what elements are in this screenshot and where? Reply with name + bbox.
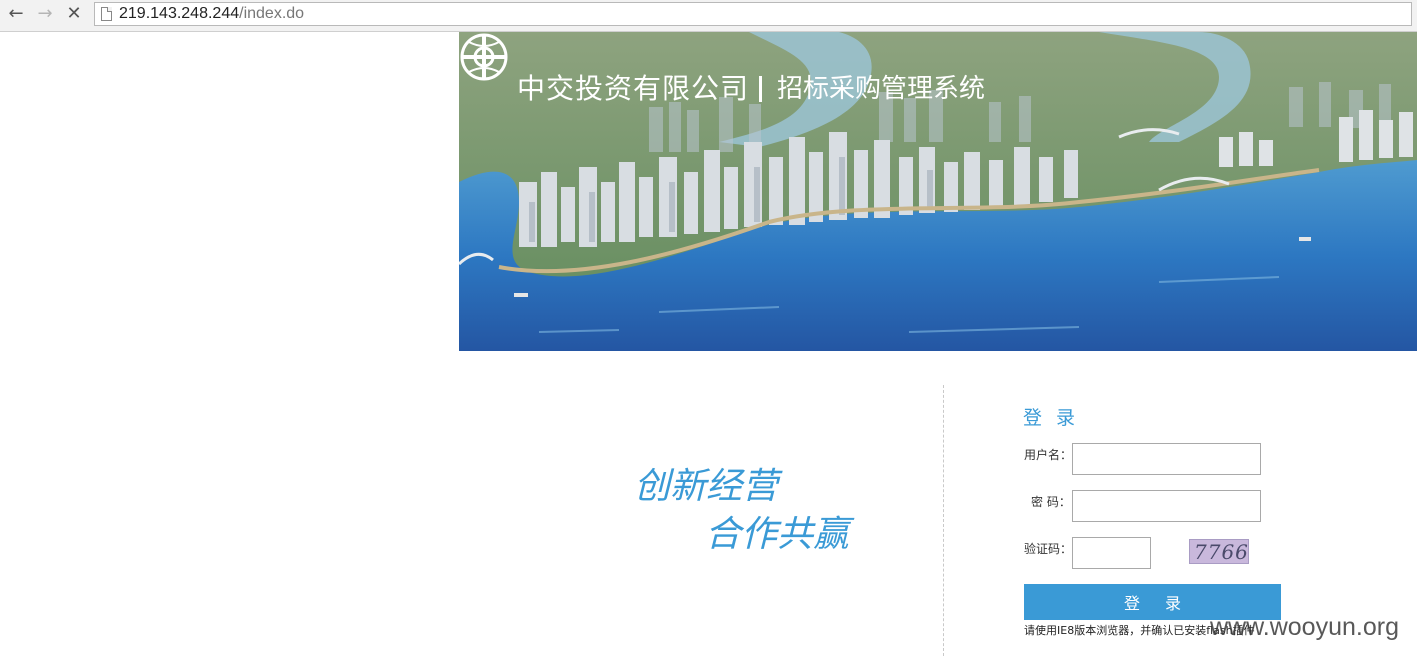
- login-title: 登 录: [1023, 407, 1080, 429]
- forward-arrow-icon[interactable]: →: [35, 4, 55, 24]
- watermark: www.wooyun.org: [1210, 613, 1399, 641]
- password-label: 密 码：: [1031, 495, 1071, 509]
- captcha-input[interactable]: [1072, 537, 1151, 569]
- slogan-line-2: 合作共赢: [705, 514, 850, 555]
- address-bar[interactable]: 219.143.248.244/index.do: [94, 2, 1412, 26]
- company-logo-icon: [460, 33, 508, 81]
- url-path: /index.do: [239, 5, 305, 22]
- captcha-code: 7766: [1194, 540, 1249, 564]
- page-icon: [101, 7, 112, 21]
- url-host: 219.143.248.244: [119, 5, 240, 22]
- system-name: 招标采购管理系统: [777, 74, 986, 104]
- stop-loading-icon[interactable]: ✕: [64, 4, 84, 24]
- password-input[interactable]: [1072, 490, 1261, 522]
- banner-image: 中交投资有限公司 招标采购管理系统: [459, 32, 1417, 351]
- browser-toolbar: ← → ✕ 219.143.248.244/index.do: [0, 0, 1417, 32]
- slogan-line-1: 创新经营: [634, 466, 779, 507]
- captcha-label: 验证码：: [1024, 542, 1073, 556]
- address-text[interactable]: 219.143.248.244/index.do: [119, 5, 304, 23]
- title-separator: [759, 76, 762, 102]
- captcha-image[interactable]: 7766: [1189, 539, 1249, 564]
- company-name: 中交投资有限公司: [517, 72, 750, 105]
- dashed-divider: [943, 385, 944, 656]
- username-input[interactable]: [1072, 443, 1261, 475]
- back-arrow-icon[interactable]: ←: [6, 4, 26, 24]
- username-label: 用户名：: [1024, 448, 1073, 462]
